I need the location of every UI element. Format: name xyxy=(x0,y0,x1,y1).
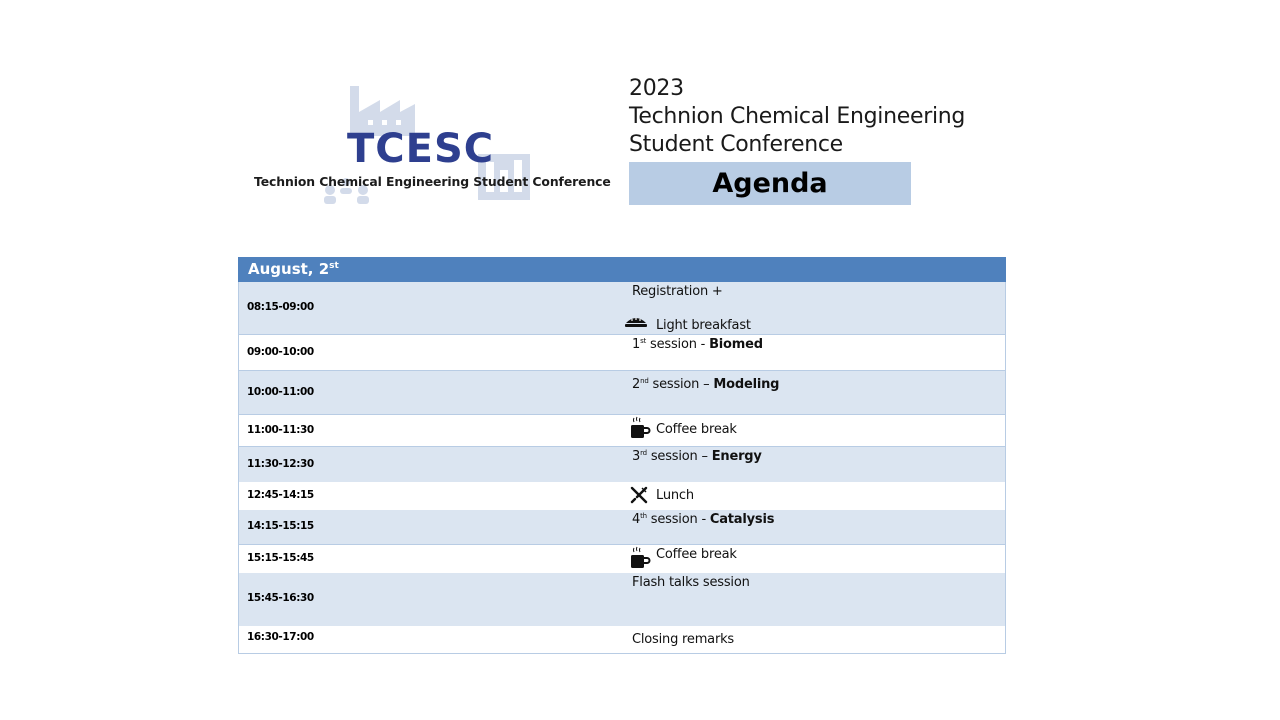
table-row: 15:45-16:30 Flash talks session xyxy=(238,572,1006,626)
agenda-heading: Agenda xyxy=(712,168,828,199)
table-row: 09:00-10:00 1st session - Biomed xyxy=(238,334,1006,371)
table-row: 08:15-09:00 Registration + Light breakfa… xyxy=(238,281,1006,335)
conference-title-line2: Student Conference xyxy=(629,132,843,157)
session-label: session – xyxy=(648,377,714,392)
session-topic: Modeling xyxy=(713,377,780,392)
session-topic: Energy xyxy=(711,449,762,464)
conference-logo: TCESC Technion Chemical Engineering Stud… xyxy=(250,82,611,207)
logo-full-name: Technion Chemical Engineering Student Co… xyxy=(254,174,611,189)
coffee-icon xyxy=(631,416,651,438)
logo-acronym: TCESC xyxy=(347,126,495,172)
row-event: Flash talks session xyxy=(632,574,750,590)
row-time: 08:15-09:00 xyxy=(247,301,314,313)
row-time: 15:45-16:30 xyxy=(247,591,314,604)
date-header: August, 2st xyxy=(238,257,1006,282)
table-row: 15:15-15:45 Coffee break xyxy=(238,544,1006,573)
session-number: 1 xyxy=(632,337,641,352)
row-event: 4th session - Catalysis xyxy=(632,512,774,527)
session-topic: Biomed xyxy=(709,337,763,352)
session-suffix: nd xyxy=(640,377,649,385)
table-row: 12:45-14:15 Lunch xyxy=(238,481,1006,510)
table-row: 11:30-12:30 3rd session – Energy xyxy=(238,446,1006,482)
session-suffix: th xyxy=(640,511,647,520)
session-number: 2 xyxy=(632,377,641,392)
conference-title-line1: Technion Chemical Engineering xyxy=(629,104,966,129)
row-time: 16:30-17:00 xyxy=(247,630,314,643)
row-event: 1st session - Biomed xyxy=(632,337,763,352)
row-event: Closing remarks xyxy=(632,631,734,647)
date-main: August, 2 xyxy=(248,260,330,278)
row-event-line2: Light breakfast xyxy=(656,318,751,333)
session-label: session – xyxy=(646,449,712,464)
session-number: 4 xyxy=(632,511,641,527)
row-time: 15:15-15:45 xyxy=(247,552,314,564)
agenda-table: August, 2st 08:15-09:00 Registration + L… xyxy=(238,257,1006,654)
agenda-heading-box: Agenda xyxy=(629,162,911,205)
session-suffix: rd xyxy=(640,449,647,457)
row-time: 12:45-14:15 xyxy=(247,488,314,501)
date-header-row: August, 2st xyxy=(238,257,1006,282)
conference-year: 2023 xyxy=(629,76,684,101)
session-number: 3 xyxy=(632,449,641,464)
session-label: session - xyxy=(646,511,710,527)
row-time: 10:00-11:00 xyxy=(247,386,314,398)
table-row: 10:00-11:00 2nd session – Modeling xyxy=(238,370,1006,415)
coffee-icon xyxy=(631,546,651,568)
row-event: 2nd session – Modeling xyxy=(632,377,779,392)
session-topic: Catalysis xyxy=(709,511,775,527)
cutlery-icon xyxy=(630,486,648,503)
row-time: 11:30-12:30 xyxy=(247,458,314,470)
table-row: 11:00-11:30 Coffee break xyxy=(238,414,1006,447)
row-time: 14:15-15:15 xyxy=(247,519,314,532)
table-row: 16:30-17:00 Closing remarks xyxy=(238,625,1006,654)
date-suffix: st xyxy=(329,261,339,271)
row-time: 09:00-10:00 xyxy=(247,346,314,358)
row-event: 3rd session – Energy xyxy=(632,449,762,464)
session-label: session - xyxy=(646,337,710,352)
breakfast-icon xyxy=(625,318,647,327)
table-row: 14:15-15:15 4th session - Catalysis xyxy=(238,509,1006,545)
row-time: 11:00-11:30 xyxy=(247,424,314,436)
row-event: Coffee break xyxy=(656,547,737,562)
row-event: Lunch xyxy=(656,487,694,503)
row-event-line1: Registration + xyxy=(632,284,723,299)
row-event: Coffee break xyxy=(656,422,737,437)
title-block: 2023 Technion Chemical Engineering Stude… xyxy=(629,75,965,159)
